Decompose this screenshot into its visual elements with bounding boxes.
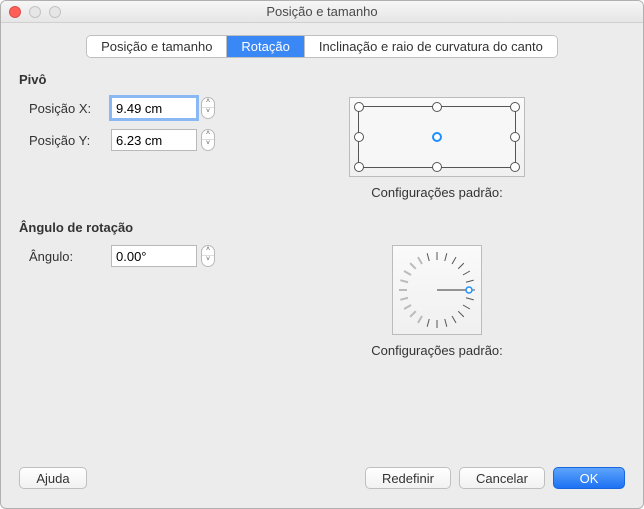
minimize-icon[interactable] [29,6,41,18]
rotation-fields: Ângulo: ˄ ˅ [19,245,249,277]
stepper-angle[interactable]: ˄ ˅ [201,245,215,267]
pivot-fields: Posição X: ˄ ˅ Posição Y: [19,97,249,161]
tab-position-size[interactable]: Posição e tamanho [87,36,227,57]
input-position-y[interactable] [111,129,197,151]
reset-button[interactable]: Redefinir [365,467,451,489]
field-position-x: Posição X: ˄ ˅ [19,97,249,119]
titlebar: Posição e tamanho [1,1,643,23]
pivot-handle-top-right[interactable] [510,102,520,112]
stepper-position-x[interactable]: ˄ ˅ [201,97,215,119]
chevron-up-icon[interactable]: ˄ [202,130,214,140]
pivot-handle-center[interactable] [432,132,442,142]
button-bar: Ajuda Redefinir Cancelar OK [1,460,643,508]
chevron-up-icon[interactable]: ˄ [202,98,214,108]
pivot-handle-top-center[interactable] [432,102,442,112]
field-angle: Ângulo: ˄ ˅ [19,245,249,267]
input-angle[interactable] [111,245,197,267]
rotation-diagram-wrap: Configurações padrão: [249,245,625,358]
help-button[interactable]: Ajuda [19,467,87,489]
pivot-caption: Configurações padrão: [249,185,625,200]
input-position-x[interactable] [111,97,197,119]
rotation-title: Ângulo de rotação [19,220,625,235]
content: Posição e tamanho Rotação Inclinação e r… [1,23,643,358]
pivot-handle-middle-right[interactable] [510,132,520,142]
label-position-x: Posição X: [29,101,111,116]
spin-angle: ˄ ˅ [111,245,215,267]
dialog-window: Posição e tamanho Posição e tamanho Rota… [0,0,644,509]
section-pivot: Pivô Posição X: ˄ ˅ Posi [19,72,625,200]
pivot-rect [358,106,516,168]
pivot-handle-top-left[interactable] [354,102,364,112]
spin-position-x: ˄ ˅ [111,97,215,119]
chevron-up-icon[interactable]: ˄ [202,246,214,256]
dial-icon [397,250,477,330]
tabbar-container: Posição e tamanho Rotação Inclinação e r… [19,35,625,58]
rotation-caption: Configurações padrão: [249,343,625,358]
close-icon[interactable] [9,6,21,18]
label-angle: Ângulo: [29,249,111,264]
tabbar: Posição e tamanho Rotação Inclinação e r… [86,35,558,58]
pivot-handle-bottom-center[interactable] [432,162,442,172]
tab-rotation[interactable]: Rotação [227,36,304,57]
pivot-title: Pivô [19,72,625,87]
pivot-handle-bottom-left[interactable] [354,162,364,172]
pivot-diagram-wrap: Configurações padrão: [249,97,625,200]
chevron-down-icon[interactable]: ˅ [202,256,214,266]
section-rotation: Ângulo de rotação Ângulo: ˄ ˅ [19,220,625,358]
chevron-down-icon[interactable]: ˅ [202,108,214,118]
pivot-handle-middle-left[interactable] [354,132,364,142]
stepper-position-y[interactable]: ˄ ˅ [201,129,215,151]
spin-position-y: ˄ ˅ [111,129,215,151]
ok-button[interactable]: OK [553,467,625,489]
pivot-handle-bottom-right[interactable] [510,162,520,172]
field-position-y: Posição Y: ˄ ˅ [19,129,249,151]
cancel-button[interactable]: Cancelar [459,467,545,489]
chevron-down-icon[interactable]: ˅ [202,140,214,150]
tab-slant-corner[interactable]: Inclinação e raio de curvatura do canto [305,36,557,57]
label-position-y: Posição Y: [29,133,111,148]
rotation-dial[interactable] [392,245,482,335]
pivot-diagram[interactable] [349,97,525,177]
window-title: Posição e tamanho [1,4,643,19]
maximize-icon[interactable] [49,6,61,18]
window-controls [9,6,61,18]
